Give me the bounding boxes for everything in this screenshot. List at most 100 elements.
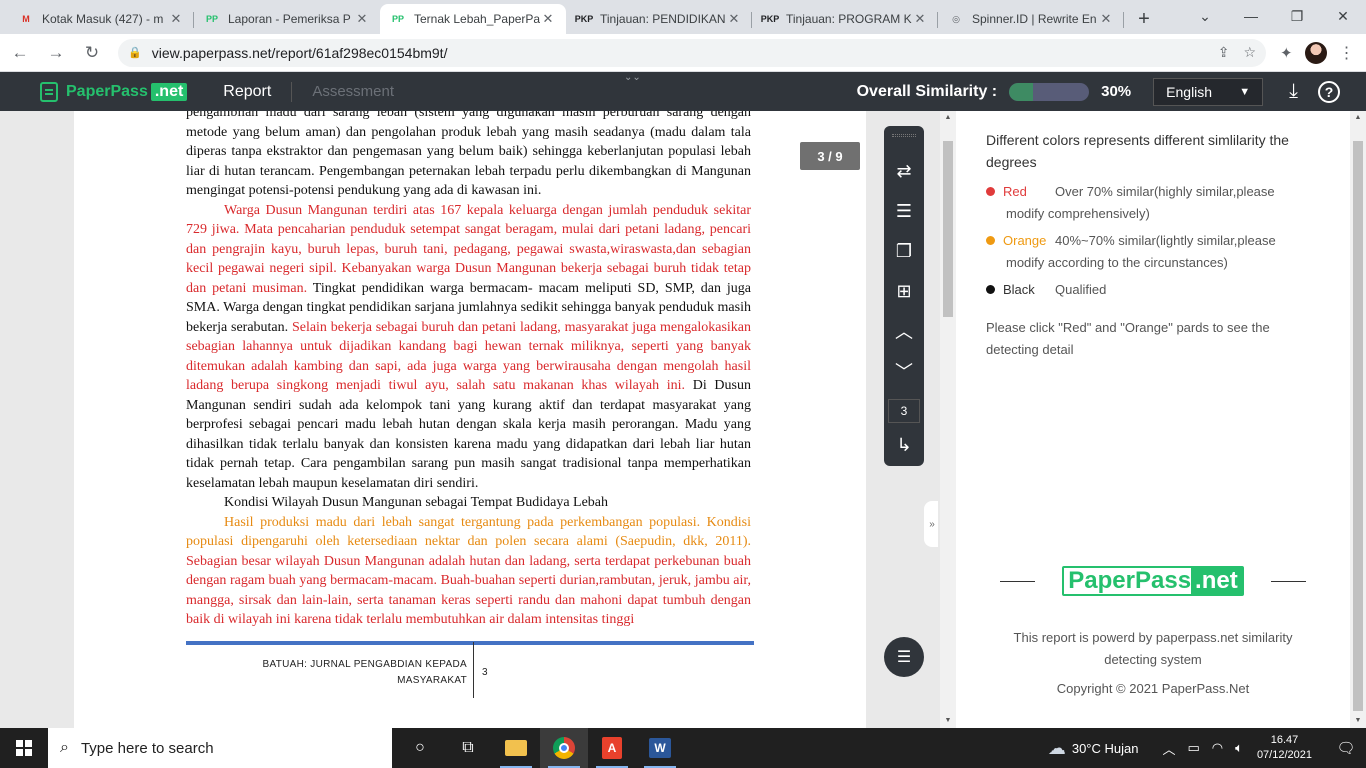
word-icon[interactable]: W (636, 728, 684, 768)
document-text: pengambilan madu dari sarang lebah (sist… (186, 111, 751, 630)
list-report-icon[interactable]: ☰ (884, 191, 924, 231)
red-similar-text[interactable]: Sebagian besar wilayah Dusun Mangunan ad… (186, 554, 751, 628)
collapse-chevron-icon[interactable]: ⌄⌄ (624, 72, 641, 83)
maximize-button[interactable]: ❐ (1274, 0, 1320, 32)
download-icon[interactable]: ⤓ (1289, 80, 1298, 103)
help-icon[interactable]: ? (1318, 80, 1340, 103)
minimize-button[interactable]: — (1228, 0, 1274, 32)
task-view-icon[interactable]: ⧉ (444, 728, 492, 768)
document-logo-icon (40, 81, 58, 102)
extensions-puzzle-icon[interactable]: ✦ (1280, 44, 1293, 62)
forward-button[interactable]: → (40, 37, 72, 69)
chevron-up-icon[interactable]: ︿ (884, 311, 924, 351)
document-viewer: pengambilan madu dari sarang lebah (sist… (0, 111, 938, 728)
reload-button[interactable]: ↻ (76, 37, 108, 69)
orange-similar-text[interactable]: Hasil produksi madu dari lebah sangat te… (186, 515, 751, 550)
bookmark-star-icon[interactable]: ☆ (1243, 44, 1256, 61)
wifi-icon[interactable]: ◠ (1212, 740, 1223, 756)
click-hint: Please click "Red" and "Orange" pards to… (986, 320, 1270, 357)
panel-toggle-icon[interactable]: » (924, 501, 938, 547)
windows-taskbar: ⌕ Type here to search ○ ⧉ A W ☁ 30°C Huj… (0, 728, 1366, 768)
drag-grip-icon[interactable] (892, 134, 916, 137)
document-scrollbar[interactable]: ▲ ▼ (940, 111, 956, 728)
copyright-text: Copyright © 2021 PaperPass.Net (1056, 681, 1250, 696)
scrollbar-thumb[interactable] (943, 141, 953, 317)
new-tab-button[interactable]: + (1130, 5, 1158, 33)
clock-date: 07/12/2021 (1256, 749, 1312, 761)
tab-title: Kotak Masuk (427) - m (42, 12, 164, 26)
battery-icon[interactable]: ▭ (1187, 740, 1199, 756)
go-to-page-icon[interactable]: ↳ (884, 425, 924, 465)
tab-close-icon[interactable]: ✕ (168, 11, 184, 27)
legend-dot-icon (986, 236, 995, 245)
footer-journal: BATUAH: JURNAL PENGABDIAN KEPADA MASYARA… (224, 657, 467, 689)
chevron-down-icon[interactable]: ﹀ (884, 351, 924, 391)
weather-widget[interactable]: ☁ 30°C Hujan (1048, 738, 1139, 759)
logo-net: .net (1191, 567, 1242, 594)
taskbar-search[interactable]: ⌕ Type here to search (48, 728, 392, 768)
legend-desc-continued: modify according to the circunstances) (1006, 255, 1228, 270)
page-number-input[interactable]: 3 (888, 399, 920, 423)
paperpass-logo[interactable]: PaperPass .net (40, 81, 188, 102)
browser-tab[interactable]: PKP Tinjauan: PENDIDIKAN ✕ (566, 4, 752, 34)
tab-close-icon[interactable]: ✕ (1098, 11, 1114, 27)
language-select[interactable]: English ▼ (1153, 77, 1264, 106)
notifications-icon[interactable]: 🗨︎ (1326, 728, 1366, 768)
scroll-up-icon[interactable]: ▲ (1350, 111, 1366, 125)
browser-tab[interactable]: PP Laporan - Pemeriksa P ✕ (194, 4, 380, 34)
legend-name: Black (1003, 282, 1035, 297)
legend-dot-icon (986, 285, 995, 294)
share-icon[interactable]: ⇪ (1218, 44, 1230, 61)
clock[interactable]: 16.47 07/12/2021 (1257, 733, 1312, 763)
scroll-down-icon[interactable]: ▼ (1350, 714, 1366, 728)
back-button[interactable]: ← (4, 37, 36, 69)
logo-text: PaperPass (1068, 567, 1192, 594)
profile-avatar[interactable] (1304, 41, 1327, 64)
browser-tab[interactable]: PKP Tinjauan: PROGRAM K ✕ (752, 4, 938, 34)
browser-tab[interactable]: PP Ternak Lebah_PaperPa ✕ (380, 4, 566, 34)
tab-close-icon[interactable]: ✕ (912, 11, 928, 27)
legend-panel: Different colors represents different si… (956, 111, 1350, 728)
powered-by-text: This report is powerd by paperpass.net s… (1013, 630, 1293, 667)
similarity-percent: 30% (1101, 83, 1132, 100)
scroll-down-icon[interactable]: ▼ (940, 714, 956, 728)
menu-hamburger-icon[interactable]: ☰ (884, 637, 924, 677)
browser-tab[interactable]: ◎ Spinner.ID | Rewrite En ✕ (938, 4, 1124, 34)
fit-page-icon[interactable]: ⊞ (884, 271, 924, 311)
browser-tab-strip: M Kotak Masuk (427) - m ✕ PP Laporan - Pemer… (0, 0, 1366, 34)
tab-close-icon[interactable]: ✕ (726, 11, 742, 27)
tab-search-icon[interactable]: ⌄ (1182, 0, 1228, 32)
volume-icon[interactable]: 🔈︎ (1235, 740, 1243, 756)
omnibox[interactable]: 🔒 view.paperpass.net/report/61af298ec015… (118, 38, 1266, 67)
pdf-reader-icon[interactable]: A (588, 728, 636, 768)
browser-tab[interactable]: M Kotak Masuk (427) - m ✕ (8, 4, 194, 34)
tray-chevron-icon[interactable]: ︿ (1162, 739, 1175, 758)
cortana-icon[interactable]: ○ (396, 728, 444, 768)
legend-dot-icon (986, 187, 995, 196)
swap-arrows-icon[interactable]: ⇄ (884, 151, 924, 191)
url-text[interactable]: view.paperpass.net/report/61af298ec0154b… (152, 45, 1204, 61)
copy-pages-icon[interactable]: ❐ (884, 231, 924, 271)
legend-desc-continued: modify comprehensively) (1006, 206, 1150, 221)
footer-page-number: 3 (482, 667, 488, 678)
windows-logo-icon (16, 740, 32, 756)
nav-report[interactable]: Report (223, 83, 271, 101)
scroll-up-icon[interactable]: ▲ (940, 111, 956, 125)
chrome-icon[interactable] (540, 728, 588, 768)
tab-title: Laporan - Pemeriksa P (228, 12, 351, 26)
page-scrollbar[interactable]: ▲ ▼ (1350, 111, 1366, 728)
start-button[interactable] (0, 728, 48, 768)
subheading: Kondisi Wilayah Dusun Mangunan sebagai T… (186, 493, 751, 513)
scrollbar-thumb[interactable] (1353, 141, 1363, 711)
tab-close-icon[interactable]: ✕ (540, 11, 556, 27)
logo-line-right (1271, 580, 1306, 582)
subheading-text: Kondisi Wilayah Dusun Mangunan sebagai T… (224, 495, 609, 510)
nav-assessment[interactable]: Assessment (312, 83, 394, 100)
browser-menu-icon[interactable]: ⋮ (1339, 43, 1355, 63)
file-explorer-icon[interactable] (492, 728, 540, 768)
paragraph: pengambilan madu dari sarang lebah (sist… (186, 111, 751, 201)
tab-title: Spinner.ID | Rewrite En (972, 12, 1097, 26)
caret-down-icon: ▼ (1239, 85, 1251, 98)
tab-close-icon[interactable]: ✕ (354, 11, 370, 27)
close-window-button[interactable]: ✕ (1320, 0, 1366, 32)
